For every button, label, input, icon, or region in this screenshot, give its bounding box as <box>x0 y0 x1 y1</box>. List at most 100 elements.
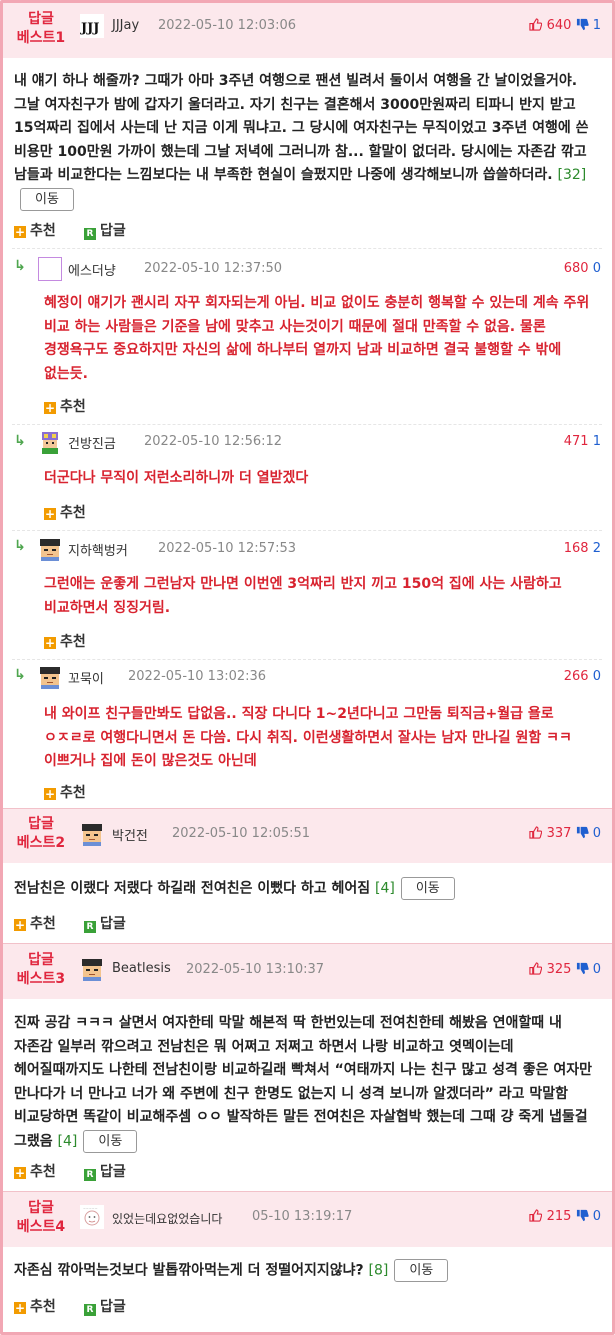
svg-text:~~~~~: ~~~~~ <box>83 1207 98 1211</box>
best4-down-count: 0 <box>592 1209 601 1224</box>
recommend-button[interactable]: + 추천 <box>14 1161 56 1181</box>
best4-up-count: 215 <box>546 1209 572 1224</box>
thumb-up-icon[interactable] <box>529 826 543 841</box>
pixel-face-avatar-icon <box>40 667 60 689</box>
reply-arrow-icon: ↳ <box>14 667 26 683</box>
plus-icon: + <box>44 787 56 801</box>
reply3-votes: 168 2 <box>563 541 601 556</box>
reply2-body: 더군다나 무직이 저런소리하니까 더 열받겠다 <box>44 470 309 486</box>
best3-label: 답글 베스트3 <box>16 952 66 987</box>
best1-body: 내 얘기 하나 해줄까? 그때가 아마 3주년 여행으로 팬션 빌려서 둘이서 … <box>14 70 602 212</box>
reply2-nick[interactable]: 건방진금 <box>68 433 116 452</box>
divider <box>12 530 602 531</box>
best2-down-count: 0 <box>592 826 601 841</box>
plus-icon: + <box>14 225 26 239</box>
reply-r-icon: R <box>84 228 96 240</box>
best1-ref-count: [32] <box>557 167 587 183</box>
plus-icon: + <box>14 1166 26 1180</box>
best2-votes: 337 0 <box>529 826 601 841</box>
thumb-down-icon[interactable] <box>576 1209 589 1224</box>
thumb-down-icon[interactable] <box>576 826 589 841</box>
recommend-button[interactable]: + 추천 <box>14 220 56 240</box>
pixel-face-avatar-icon <box>82 824 102 846</box>
reply2-date: 2022-05-10 12:56:12 <box>144 434 283 449</box>
best2-nick[interactable]: 박건전 <box>112 825 148 844</box>
best1-nick[interactable]: JJJay <box>112 18 139 33</box>
reply1-body: 혜정이 얘기가 괜시리 자꾸 회자되는게 아님. 비교 없이도 충분히 행복할 … <box>44 295 590 382</box>
svg-text:JJJ: JJJ <box>80 21 99 36</box>
plus-icon: + <box>14 918 26 932</box>
reply-button[interactable]: R 답글 <box>84 1296 126 1316</box>
reply4-votes: 266 0 <box>563 669 601 684</box>
reply1-nick[interactable]: 에스더냥 <box>68 260 116 279</box>
jjjay-avatar-icon: JJJ <box>80 14 104 38</box>
move-button[interactable]: 이동 <box>20 187 74 211</box>
thumb-up-icon[interactable] <box>529 962 543 977</box>
reply-button[interactable]: R 답글 <box>84 220 126 240</box>
recommend-button[interactable]: + 추천 <box>44 396 86 416</box>
best1-down-count: 1 <box>592 18 601 33</box>
best4-nick[interactable]: 있었는데요없었습니다 <box>112 1210 222 1227</box>
reply-r-icon: R <box>84 1169 96 1181</box>
move-button[interactable]: 이동 <box>400 877 455 900</box>
reply1-votes: 680 0 <box>563 261 601 276</box>
best2-up-count: 337 <box>546 826 572 841</box>
plus-icon: + <box>44 636 56 650</box>
divider <box>12 248 602 249</box>
reply-arrow-icon: ↳ <box>14 433 26 449</box>
thumb-down-icon[interactable] <box>576 18 589 33</box>
pixel-character-avatar-icon <box>42 432 58 454</box>
recommend-button[interactable]: + 추천 <box>44 782 86 802</box>
pixel-face-avatar-icon <box>40 539 60 561</box>
recommend-button[interactable]: + 추천 <box>44 631 86 651</box>
plus-icon: + <box>44 507 56 521</box>
drawing-avatar-icon: ~~~~~ <box>80 1205 104 1229</box>
divider <box>12 424 602 425</box>
best2-label: 답글 베스트2 <box>16 816 66 851</box>
best4-label: 답글 베스트4 <box>16 1200 66 1235</box>
reply-arrow-icon: ↳ <box>14 258 26 274</box>
reply3-nick[interactable]: 지하핵벙커 <box>68 540 128 559</box>
reply3-date: 2022-05-10 12:57:53 <box>158 541 297 556</box>
best3-body: 진짜 공감 ㅋㅋㅋ 살면서 여자한테 막말 해본적 딱 한번있는데 전여친한테 … <box>14 1012 602 1154</box>
best4-body: 자존심 깎아먹는것보다 발톱깎아먹는게 더 정떨어지지않냐? [8] 이동 <box>14 1259 602 1283</box>
thumb-up-icon[interactable] <box>529 1209 543 1224</box>
best1-up-count: 640 <box>546 18 572 33</box>
reply-arrow-icon: ↳ <box>14 538 26 554</box>
best4-votes: 215 0 <box>529 1209 601 1224</box>
reply-button[interactable]: R 답글 <box>84 1161 126 1181</box>
reply2-votes: 471 1 <box>563 434 601 449</box>
recommend-button[interactable]: + 추천 <box>14 1296 56 1316</box>
empty-avatar-icon <box>38 257 62 281</box>
recommend-button[interactable]: + 추천 <box>44 502 86 522</box>
reply3-body: 그런애는 운좋게 그런남자 만나면 이번엔 3억짜리 반지 끼고 150억 집에… <box>44 576 562 616</box>
move-button[interactable]: 이동 <box>394 1259 449 1282</box>
reply4-date: 2022-05-10 13:02:36 <box>128 669 267 684</box>
reply4-body: 내 와이프 친구들만봐도 답없음.. 직장 다니다 1~2년다니고 그만둠 퇴직… <box>44 706 572 769</box>
recommend-button[interactable]: + 추천 <box>14 913 56 933</box>
reply-button[interactable]: R 답글 <box>84 913 126 933</box>
best2-body: 전남친은 이랬다 저랬다 하길래 전여친은 이뻤다 하고 헤어짐 [4] 이동 <box>14 877 602 901</box>
best4-ref-count: [8] <box>368 1262 389 1279</box>
best1-label: 답글 베스트1 <box>16 11 66 46</box>
thumb-down-icon[interactable] <box>576 962 589 977</box>
reply-r-icon: R <box>84 921 96 933</box>
best1-votes: 640 1 <box>529 18 601 33</box>
best2-date: 2022-05-10 12:05:51 <box>172 826 311 841</box>
best3-votes: 325 0 <box>529 962 601 977</box>
plus-icon: + <box>14 1301 26 1315</box>
best4-date: 05-10 13:19:17 <box>252 1209 353 1224</box>
best2-ref-count: [4] <box>375 880 395 897</box>
divider <box>12 659 602 660</box>
best3-ref-count: [4] <box>57 1133 78 1149</box>
best3-date: 2022-05-10 13:10:37 <box>186 962 325 977</box>
best3-up-count: 325 <box>546 962 572 977</box>
move-button[interactable]: 이동 <box>83 1129 138 1153</box>
thumb-up-icon[interactable] <box>529 18 543 33</box>
best3-down-count: 0 <box>592 962 601 977</box>
reply1-date: 2022-05-10 12:37:50 <box>144 261 283 276</box>
best3-nick[interactable]: Beatlesis <box>112 961 171 976</box>
best1-date: 2022-05-10 12:03:06 <box>158 18 297 33</box>
plus-icon: + <box>44 401 56 415</box>
reply4-nick[interactable]: 꼬묵이 <box>68 668 104 687</box>
